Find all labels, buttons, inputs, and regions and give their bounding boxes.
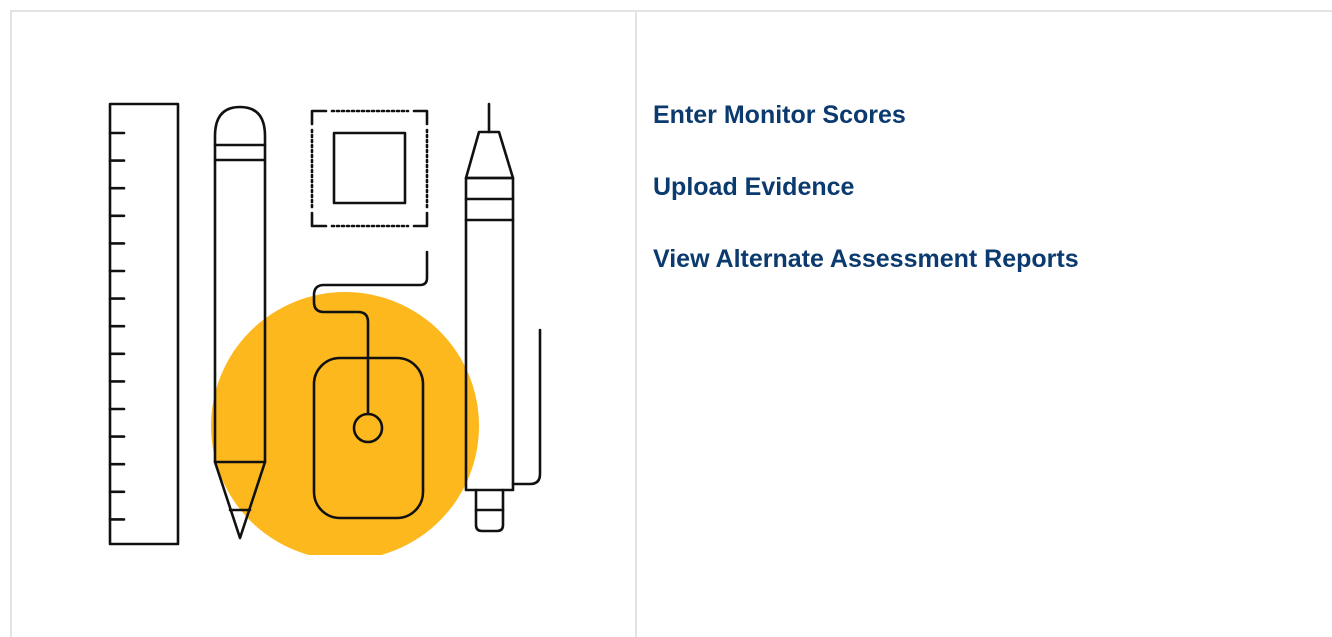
enter-monitor-scores-link[interactable]: Enter Monitor Scores [653,101,906,129]
action-links: Enter Monitor Scores Upload Evidence Vie… [653,96,1079,312]
link-item: Enter Monitor Scores [653,96,1079,168]
column-divider [635,10,637,637]
ruler-icon [108,102,180,546]
link-item: Upload Evidence [653,168,1079,240]
view-alternate-assessment-reports-link[interactable]: View Alternate Assessment Reports [653,245,1079,273]
accent-circle [211,292,479,560]
selection-box-icon [310,109,429,228]
upload-evidence-link[interactable]: Upload Evidence [653,173,854,201]
link-item: View Alternate Assessment Reports [653,240,1079,312]
stylus-icon [464,102,542,533]
tools-illustration-icon [90,95,560,560]
